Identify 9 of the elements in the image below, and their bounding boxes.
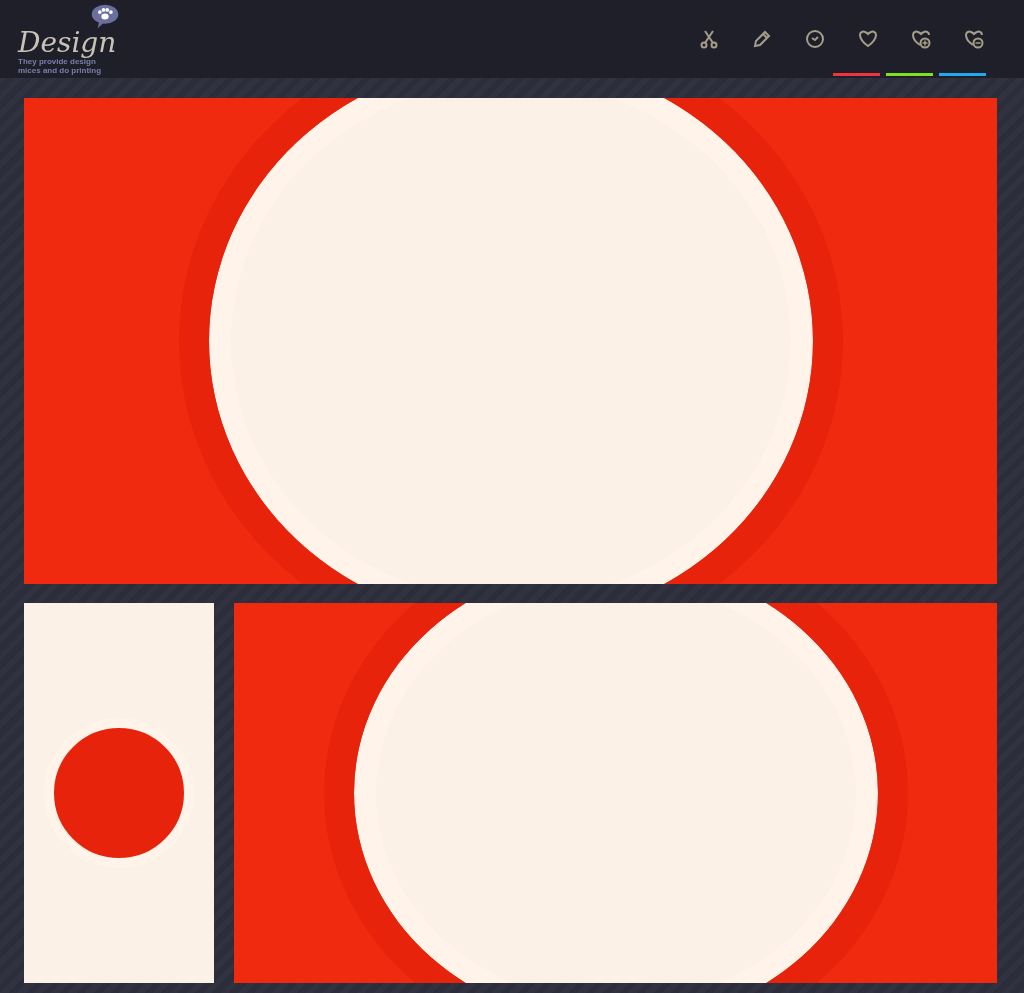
logo-tagline: mices and do printing — [18, 65, 102, 75]
heart-plus-icon[interactable] — [911, 29, 931, 49]
pencil-icon[interactable] — [752, 29, 772, 49]
logo-wordmark[interactable]: Design — [18, 28, 117, 57]
scissors-icon[interactable] — [699, 29, 719, 49]
heart-icon[interactable] — [858, 29, 878, 49]
clock-icon[interactable] — [805, 29, 825, 49]
heart-minus-icon[interactable] — [964, 29, 984, 49]
paw-bubble-icon — [90, 3, 120, 29]
